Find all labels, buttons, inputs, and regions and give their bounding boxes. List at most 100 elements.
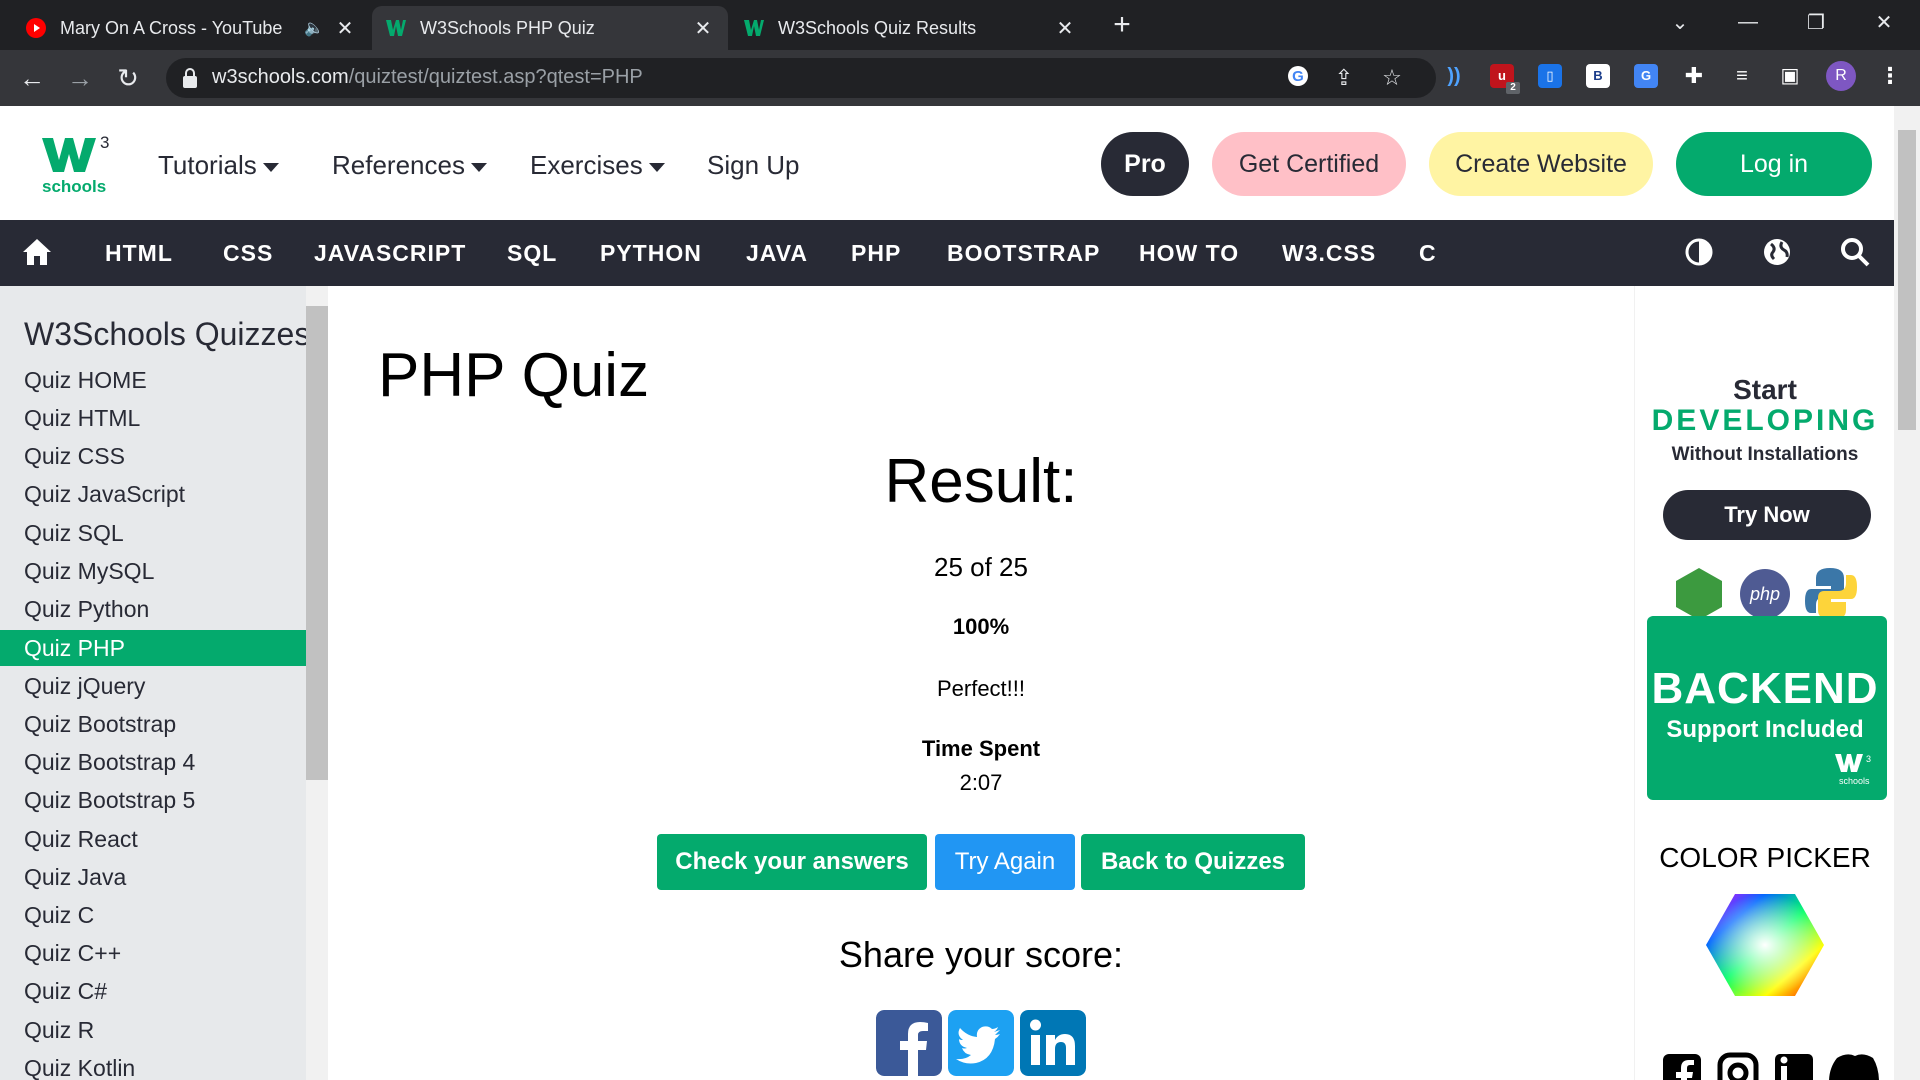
menu-references[interactable]: References	[332, 150, 487, 181]
translate-icon[interactable]: G	[1634, 64, 1658, 88]
share-icon[interactable]: ⇪	[1330, 64, 1358, 92]
b-extension-icon[interactable]: B	[1586, 64, 1610, 88]
chrome-menu-icon[interactable]: ⋮	[1878, 64, 1902, 88]
sidebar-item-quiz-home[interactable]: Quiz HOME	[0, 362, 306, 398]
subnav-sql[interactable]: SQL	[507, 240, 557, 267]
subnav-python[interactable]: PYTHON	[600, 240, 702, 267]
audio-icon[interactable]: 🔈	[304, 18, 324, 38]
facebook-share-icon[interactable]	[876, 1010, 942, 1076]
sidebar-item-quiz-java[interactable]: Quiz Java	[0, 859, 306, 895]
subnav-w3css[interactable]: W3.CSS	[1282, 240, 1376, 267]
tab-youtube[interactable]: Mary On A Cross - YouTube 🔈 ✕	[12, 6, 370, 50]
menu-label: Tutorials	[158, 150, 257, 180]
menu-exercises[interactable]: Exercises	[530, 150, 665, 181]
restore-icon[interactable]: ❐	[1788, 0, 1844, 44]
login-button[interactable]: Log in	[1676, 132, 1872, 196]
docs-extension-icon[interactable]: ▯	[1538, 64, 1562, 88]
profile-avatar[interactable]: R	[1826, 61, 1856, 91]
tab-php-quiz[interactable]: W3Schools PHP Quiz ✕	[372, 6, 728, 50]
sidebar-item-quiz-bootstrap[interactable]: Quiz Bootstrap	[0, 706, 306, 742]
result-heading: Result:	[884, 447, 1078, 516]
sidebar-item-quiz-jquery[interactable]: Quiz jQuery	[0, 668, 306, 704]
sidebar-item-quiz-php[interactable]: Quiz PHP	[0, 630, 306, 666]
close-tab-icon[interactable]: ✕	[692, 16, 714, 41]
subnav-html[interactable]: HTML	[105, 240, 173, 267]
bookmark-star-icon[interactable]: ☆	[1378, 64, 1406, 92]
sidebar-item-quiz-cpp[interactable]: Quiz C++	[0, 935, 306, 971]
sidebar-item-quiz-r[interactable]: Quiz R	[0, 1012, 306, 1048]
address-bar[interactable]: w3schools.com/quiztest/quiztest.asp?qtes…	[166, 58, 1436, 98]
sidebar-item-quiz-kotlin[interactable]: Quiz Kotlin	[0, 1050, 306, 1080]
close-window-icon[interactable]: ✕	[1856, 0, 1912, 44]
extensions-puzzle-icon[interactable]: ✚	[1682, 64, 1706, 88]
close-tab-icon[interactable]: ✕	[1054, 16, 1076, 41]
topic-navbar: HTML CSS JAVASCRIPT SQL PYTHON JAVA PHP …	[0, 220, 1894, 286]
ad-start-text: Start	[1733, 374, 1797, 405]
score-text: 25 of 25	[934, 552, 1028, 582]
forward-icon[interactable]: →	[62, 60, 98, 96]
advertisement-column: Start DEVELOPING Without Installations T…	[1634, 286, 1894, 1080]
menu-sign-up[interactable]: Sign Up	[707, 150, 800, 181]
search-icon[interactable]	[1840, 237, 1870, 267]
subnav-javascript[interactable]: JAVASCRIPT	[314, 240, 466, 267]
side-panel-icon[interactable]: ▣	[1778, 64, 1802, 88]
page-scrollbar-thumb[interactable]	[1898, 130, 1916, 430]
sidebar-item-quiz-python[interactable]: Quiz Python	[0, 591, 306, 627]
menu-tutorials[interactable]: Tutorials	[158, 150, 279, 181]
google-lens-icon[interactable]: G	[1284, 64, 1312, 92]
try-now-button[interactable]: Try Now	[1663, 490, 1871, 540]
new-tab-button[interactable]: +	[1104, 8, 1140, 44]
menu-label: References	[332, 150, 465, 180]
discord-icon[interactable]	[1829, 1052, 1881, 1080]
tab-search-chevron-icon[interactable]: ⌄	[1652, 0, 1708, 44]
sidebar-item-quiz-css[interactable]: Quiz CSS	[0, 438, 306, 474]
sidebar-item-quiz-javascript[interactable]: Quiz JavaScript	[0, 476, 306, 512]
minimize-icon[interactable]: —	[1720, 0, 1776, 44]
subnav-bootstrap[interactable]: BOOTSTRAP	[947, 240, 1100, 267]
sidebar-item-quiz-mysql[interactable]: Quiz MySQL	[0, 553, 306, 589]
color-picker-hexagon-icon[interactable]	[1705, 892, 1825, 998]
back-icon[interactable]: ←	[14, 60, 50, 96]
twitter-share-icon[interactable]	[948, 1010, 1014, 1076]
subnav-java[interactable]: JAVA	[746, 240, 808, 267]
backend-ad-banner[interactable]: BACKEND Support Included 3 schools	[1647, 616, 1887, 800]
facebook-icon[interactable]	[1661, 1052, 1703, 1080]
sidebar-heading: W3Schools Quizzes	[24, 316, 306, 352]
globe-icon[interactable]	[1762, 237, 1792, 267]
sidebar-item-quiz-sql[interactable]: Quiz SQL	[0, 515, 306, 551]
linkedin-icon[interactable]	[1773, 1052, 1815, 1080]
contrast-toggle-icon[interactable]	[1684, 237, 1714, 267]
get-certified-button[interactable]: Get Certified	[1212, 132, 1406, 196]
sidebar-item-quiz-bootstrap-4[interactable]: Quiz Bootstrap 4	[0, 744, 306, 780]
sidebar-item-quiz-bootstrap-5[interactable]: Quiz Bootstrap 5	[0, 782, 306, 818]
subnav-css[interactable]: CSS	[223, 240, 273, 267]
subnav-c[interactable]: C	[1419, 240, 1437, 267]
close-tab-icon[interactable]: ✕	[334, 16, 356, 41]
subnav-how-to[interactable]: HOW TO	[1139, 240, 1239, 267]
time-spent-value: 2:07	[959, 770, 1003, 795]
media-control-icon[interactable]: ≡	[1730, 64, 1754, 88]
create-website-button[interactable]: Create Website	[1429, 132, 1653, 196]
svg-text:G: G	[1292, 68, 1304, 85]
main-content: PHP Quiz Result: 25 of 25 100% Perfect!!…	[328, 286, 1634, 1080]
sidebar-scrollbar-thumb[interactable]	[306, 306, 328, 780]
sidebar-item-quiz-html[interactable]: Quiz HTML	[0, 400, 306, 436]
pro-button[interactable]: Pro	[1101, 132, 1189, 196]
instagram-icon[interactable]	[1717, 1052, 1759, 1080]
home-icon[interactable]	[22, 237, 52, 267]
sidebar-item-quiz-react[interactable]: Quiz React	[0, 821, 306, 857]
reload-icon[interactable]: ↻	[110, 60, 146, 96]
quiz-sidebar: W3Schools Quizzes Quiz HOME Quiz HTML Qu…	[0, 286, 306, 1080]
ublock-icon[interactable]: u2	[1490, 64, 1520, 94]
sidebar-item-quiz-csharp[interactable]: Quiz C#	[0, 973, 306, 1009]
check-answers-button[interactable]: Check your answers	[657, 834, 927, 890]
sidebar-item-quiz-c[interactable]: Quiz C	[0, 897, 306, 933]
back-to-quizzes-button[interactable]: Back to Quizzes	[1081, 834, 1305, 890]
php-logo-text: php	[1749, 584, 1780, 604]
try-again-button[interactable]: Try Again	[935, 834, 1075, 890]
w3schools-logo[interactable]: 3 schools	[40, 132, 110, 196]
linkedin-share-icon[interactable]	[1020, 1010, 1086, 1076]
tab-quiz-results[interactable]: W3Schools Quiz Results ✕	[730, 6, 1090, 50]
read-aloud-icon[interactable]: ))	[1442, 64, 1466, 88]
subnav-php[interactable]: PHP	[851, 240, 901, 267]
